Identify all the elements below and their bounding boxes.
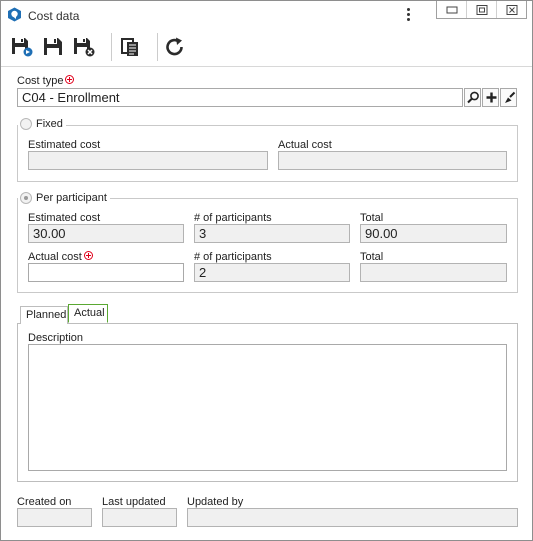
title-bar: Cost data	[1, 1, 532, 29]
toolbar	[1, 29, 532, 67]
minimize-button[interactable]	[437, 1, 467, 18]
per-participant-radio[interactable]	[20, 192, 32, 204]
window-title: Cost data	[28, 9, 80, 23]
required-icon	[65, 75, 75, 84]
actual-cost-input[interactable]	[28, 263, 184, 282]
description-textarea[interactable]	[28, 344, 507, 471]
cost-type-add-button[interactable]	[482, 88, 499, 107]
per-participant-option[interactable]: Per participant	[18, 192, 110, 204]
close-button[interactable]	[497, 1, 526, 18]
tab-actual[interactable]: Actual	[68, 304, 108, 323]
description-label: Description	[28, 332, 84, 344]
estimated-participants-label: # of participants	[194, 212, 272, 224]
copy-icon	[121, 38, 138, 56]
actual-participants-field: 2	[194, 263, 350, 282]
close-icon	[506, 4, 517, 15]
fixed-actual-cost-field	[278, 151, 507, 170]
toolbar-separator	[157, 33, 158, 61]
actual-total-field	[360, 263, 507, 282]
save-and-new-icon	[12, 38, 33, 57]
copy-button[interactable]	[117, 35, 143, 59]
last-updated-label: Last updated	[102, 496, 166, 508]
save-and-new-button[interactable]	[9, 35, 35, 59]
created-on-field	[17, 508, 92, 527]
toolbar-separator	[111, 33, 112, 61]
fixed-actual-cost-label: Actual cost	[278, 139, 332, 151]
save-and-close-button[interactable]	[71, 35, 97, 59]
clear-icon	[505, 91, 516, 103]
estimated-total-label: Total	[360, 212, 384, 224]
updated-by-field	[187, 508, 518, 527]
last-updated-field	[102, 508, 177, 527]
refresh-button[interactable]	[163, 35, 189, 59]
tab-planned[interactable]: Planned	[20, 306, 68, 324]
search-icon	[467, 91, 479, 104]
fixed-estimated-cost-label: Estimated cost	[28, 139, 101, 151]
cost-type-clear-button[interactable]	[500, 88, 517, 107]
updated-by-label: Updated by	[187, 496, 244, 508]
save-icon	[44, 38, 62, 55]
actual-total-label: Total	[360, 251, 384, 263]
cost-type-input[interactable]: C04 - Enrollment	[17, 88, 463, 107]
fixed-label: Fixed	[36, 118, 63, 130]
add-icon	[486, 92, 497, 103]
created-on-label: Created on	[17, 496, 72, 508]
required-icon	[83, 251, 93, 260]
per-participant-label: Per participant	[36, 192, 107, 204]
minimize-icon	[446, 6, 457, 13]
estimated-cost-label: Estimated cost	[28, 212, 101, 224]
save-button[interactable]	[41, 35, 67, 59]
estimated-cost-field: 30.00	[28, 224, 184, 243]
actual-participants-label: # of participants	[194, 251, 272, 263]
refresh-icon	[166, 37, 183, 56]
estimated-participants-field: 3	[194, 224, 350, 243]
cost-type-search-button[interactable]	[464, 88, 481, 107]
fixed-estimated-cost-field	[28, 151, 268, 170]
window-controls	[436, 1, 527, 19]
restore-icon	[476, 4, 487, 15]
cost-type-label: Cost type	[17, 75, 75, 87]
app-logo-icon	[8, 7, 21, 22]
restore-button[interactable]	[467, 1, 497, 18]
actual-cost-label: Actual cost	[28, 251, 93, 263]
fixed-radio[interactable]	[20, 118, 32, 130]
save-and-close-icon	[74, 38, 95, 57]
cost-data-window: Cost data Cost type C04 - Enrollment Fix…	[0, 0, 533, 541]
more-options-icon[interactable]	[404, 7, 412, 23]
estimated-total-field: 90.00	[360, 224, 507, 243]
fixed-option[interactable]: Fixed	[18, 118, 66, 130]
